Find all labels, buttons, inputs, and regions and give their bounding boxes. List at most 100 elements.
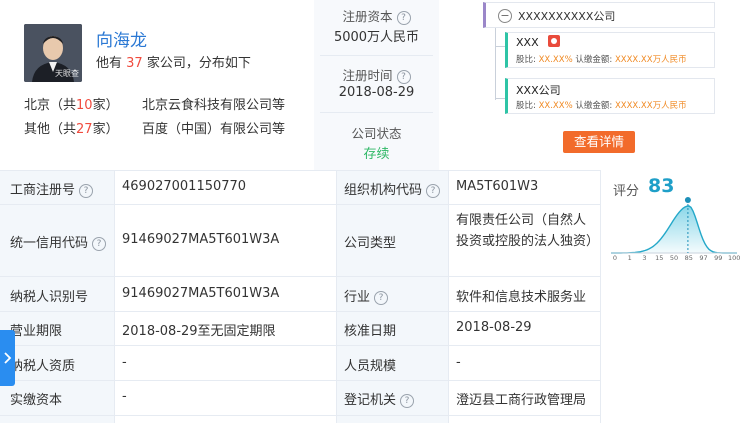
tree-node[interactable]: XXX 股比: XX.XX% 认缴金额: XXXX.XX万人民币	[505, 32, 715, 68]
summary-suffix: 家公司，分布如下	[146, 56, 251, 71]
avatar[interactable]: 天眼查	[24, 24, 82, 82]
help-icon[interactable]: ?	[396, 11, 411, 25]
help-icon[interactable]: ?	[400, 394, 415, 408]
field-label: 组织机构代码?	[344, 179, 441, 198]
info-table: 工商注册号? 469027001150770 组织机构代码? MA5T601W3…	[0, 170, 601, 423]
region-row-other: 其他（共27家） 百度（中国）有限公司等	[24, 118, 314, 137]
help-icon[interactable]: ?	[79, 184, 94, 198]
field-value: 2018-08-29至无固定期限	[122, 324, 276, 339]
tree-node-name: XXX	[516, 36, 539, 49]
summary-prefix: 他有	[96, 56, 123, 71]
score-tick-label: 1	[627, 254, 632, 262]
region-suffix: 家）	[92, 122, 119, 137]
region-count[interactable]: 27	[76, 122, 93, 137]
person-badge-icon	[548, 35, 560, 47]
divider	[320, 55, 433, 56]
score-tick-label: 100	[728, 254, 740, 262]
row-divider	[0, 345, 600, 346]
tree-root-box[interactable]: − XXXXXXXXXX公司	[483, 2, 715, 28]
region-count[interactable]: 10	[76, 98, 93, 113]
field-value: -	[122, 389, 127, 404]
reg-time-label: 注册时间?	[314, 65, 439, 84]
person-summary: 他有 37 家公司，分布如下	[96, 52, 251, 71]
field-value: 91469027MA5T601W3A	[122, 286, 280, 301]
help-icon[interactable]: ?	[426, 184, 441, 198]
person-name[interactable]: 向海龙	[96, 26, 147, 51]
help-icon[interactable]: ?	[92, 237, 107, 251]
field-label: 统一信用代码?	[10, 232, 107, 251]
field-value: 469027001150770	[122, 179, 247, 194]
status-label: 公司状态	[351, 126, 402, 141]
region-label: 北京（共	[24, 98, 77, 113]
region-label: 其他（共	[24, 122, 77, 137]
score-tick-label: 50	[669, 254, 679, 262]
score-area	[611, 206, 737, 253]
score-tick-label: 0	[612, 254, 618, 262]
tree-connector	[495, 46, 505, 47]
score-tick-label: 99	[714, 254, 723, 262]
score-panel: 评分 83 0 1 3 15 50 85 97 99 100	[601, 170, 740, 423]
field-label: 纳税人资质	[10, 359, 76, 374]
divider	[320, 112, 433, 113]
score-axis: 0 1 3 15 50 85 97 99 100	[611, 254, 740, 266]
region-example[interactable]: 百度（中国）有限公司等	[142, 118, 285, 137]
score-tick-label: 97	[699, 254, 708, 262]
field-value: 91469027MA5T601W3A	[122, 232, 280, 247]
score-tick-label: 85	[684, 254, 693, 262]
field-label: 公司类型	[344, 236, 397, 251]
field-label: 实缴资本	[10, 393, 63, 408]
region-example[interactable]: 北京云食科技有限公司等	[142, 94, 285, 113]
row-divider	[0, 170, 600, 171]
field-label: 行业?	[344, 286, 389, 305]
side-expand-tab[interactable]	[0, 330, 15, 386]
field-value: 软件和信息技术服务业	[456, 290, 587, 305]
tree-node-detail: 股比: XX.XX% 认缴金额: XXXX.XX万人民币	[516, 55, 687, 65]
tree-connector	[495, 28, 496, 100]
field-label: 人员规模	[344, 359, 397, 374]
field-label: 营业期限	[10, 324, 63, 339]
row-divider	[0, 311, 600, 312]
row-divider	[0, 204, 600, 205]
field-label: 工商注册号?	[10, 179, 94, 198]
avatar-watermark: 天眼查	[55, 69, 79, 78]
tree-connector	[495, 98, 505, 99]
equity-tree-panel: − XXXXXXXXXX公司 XXX 股比: XX.XX% 认缴金额: XXXX…	[439, 0, 740, 170]
score-tick-label: 3	[642, 254, 647, 262]
help-icon[interactable]: ?	[374, 291, 389, 305]
field-label: 核准日期	[344, 324, 397, 339]
score-tick-label: 15	[655, 254, 664, 262]
person-card: 天眼查 向海龙 他有 37 家公司，分布如下 北京（共10家） 北京云食科技有限…	[0, 0, 314, 170]
collapse-icon[interactable]: −	[498, 9, 512, 23]
reg-time-value: 2018-08-29	[338, 85, 415, 100]
tree-node[interactable]: XXX公司 股比: XX.XX% 认缴金额: XXXX.XX万人民币	[505, 78, 715, 114]
field-value: 澄迈县工商行政管理局	[456, 393, 587, 408]
company-count[interactable]: 37	[126, 56, 143, 71]
col-divider	[114, 170, 115, 423]
col-divider	[336, 170, 337, 423]
row-divider	[0, 415, 600, 416]
region-row-beijing: 北京（共10家） 北京云食科技有限公司等	[24, 94, 314, 113]
field-label: 登记机关?	[344, 389, 415, 408]
score-value: 83	[648, 175, 675, 197]
field-value: MA5T601W3	[456, 179, 539, 194]
capital-column: 注册资本? 5000万人民币 注册时间? 2018-08-29 公司状态 存续	[314, 0, 439, 170]
row-divider	[0, 276, 600, 277]
score-marker-pin	[684, 197, 691, 203]
tree-node-name: XXX公司	[516, 84, 561, 97]
field-value: -	[122, 355, 127, 370]
field-value: -	[456, 355, 461, 370]
row-divider	[0, 380, 600, 381]
tree-root-name: XXXXXXXXXX公司	[518, 10, 616, 23]
tree-node-detail: 股比: XX.XX% 认缴金额: XXXX.XX万人民币	[516, 101, 687, 111]
region-suffix: 家）	[92, 98, 119, 113]
reg-capital-label: 注册资本?	[314, 6, 439, 25]
field-label: 纳税人识别号	[10, 290, 89, 305]
field-value: 有限责任公司（自然人投资或控股的法人独资）	[456, 213, 600, 249]
status-badge: 存续	[363, 147, 390, 162]
view-detail-button[interactable]: 查看详情	[563, 131, 635, 153]
chevron-right-icon	[4, 352, 12, 364]
reg-capital-value: 5000万人民币	[333, 30, 420, 45]
col-divider	[448, 170, 449, 423]
help-icon[interactable]: ?	[396, 70, 411, 84]
field-value: 2018-08-29	[456, 320, 532, 335]
